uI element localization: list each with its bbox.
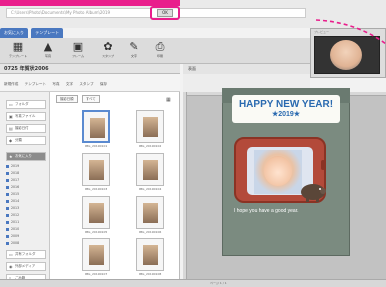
calendar-icon: ▤ — [9, 126, 13, 131]
thumbnail[interactable]: IMG_20190106 — [136, 196, 164, 237]
sidebar-item-media[interactable]: ◉ 外部メディア — [6, 262, 46, 271]
toolbar-label: テンプレート — [9, 54, 27, 58]
toolbar-photo-button[interactable]: ▲ 写真 — [38, 40, 58, 62]
star-icon: ★ — [9, 154, 13, 159]
vertical-ruler — [183, 92, 187, 287]
sort-select[interactable]: 撮影日順 — [56, 95, 78, 103]
thumbnail[interactable]: IMG_20190108 — [136, 238, 164, 279]
sidebar-subitem[interactable]: 2017 — [6, 177, 46, 184]
sidebar-subitem[interactable]: 2008 — [6, 240, 46, 247]
menu-item[interactable]: 保存 — [100, 82, 107, 87]
card-year: ★2019★ — [271, 111, 301, 118]
sidebar-subitem[interactable]: 2018 — [6, 170, 46, 177]
app-tabs: お気に入り テンプレート — [0, 28, 310, 38]
thumbnail[interactable]: IMG_20190107 — [82, 238, 110, 279]
sidebar-item-label: 分類 — [15, 138, 22, 142]
sidebar-subitem[interactable]: 2016 — [6, 184, 46, 191]
template-icon: ▦ — [12, 40, 24, 53]
toolbar-print-button[interactable]: ⎙ 印刷 — [150, 40, 170, 62]
thumbnail[interactable]: IMG_20190103 — [82, 153, 110, 194]
sidebar: ▭ フォルダ ▣ 写真ファイル ▤ 撮影日付 ◆ 分類 ★ お気に入り 2019 2018… — [0, 92, 50, 287]
tab-favorites[interactable]: お気に入り — [0, 28, 28, 38]
sidebar-item-label: 共有フォルダ — [15, 252, 36, 256]
toolbar-label: 写真 — [44, 54, 51, 58]
sidebar-subitem[interactable]: 2012 — [6, 212, 46, 219]
frame-icon: ▣ — [72, 40, 84, 53]
sidebar-item-label: 外部メディア — [15, 264, 36, 268]
thumbnail[interactable]: IMG_20190101 — [82, 110, 110, 151]
text-icon: ✎ — [129, 40, 139, 53]
sidebar-subitem[interactable]: 2015 — [6, 191, 46, 198]
tv-knob — [321, 160, 325, 170]
disk-icon: ◉ — [9, 264, 13, 269]
sidebar-item-shared[interactable]: ▭ 共有フォルダ — [6, 250, 46, 259]
filter-select[interactable]: すべて — [81, 95, 100, 103]
photo-icon: ▲ — [43, 40, 53, 53]
thumbnail[interactable]: IMG_20190102 — [136, 110, 164, 151]
toolbar-label: 文字 — [130, 54, 137, 58]
sidebar-item-category[interactable]: ◆ 分類 — [6, 136, 46, 145]
toolbar-label: スタンプ — [102, 54, 114, 58]
menu-item[interactable]: スタンプ — [79, 82, 93, 87]
menu-item[interactable]: 新規作成 — [4, 82, 18, 87]
callout-dashed-line — [315, 19, 386, 45]
status-bar: ページ 1 / 1 — [0, 279, 386, 287]
toolbar-stamp-button[interactable]: ✿ スタンプ — [98, 40, 118, 62]
tag-icon: ◆ — [9, 138, 13, 143]
sidebar-subitem[interactable]: 2019 — [6, 163, 46, 170]
menu-item[interactable]: テンプレート — [25, 82, 46, 87]
image-icon: ▣ — [9, 114, 13, 119]
sidebar-item-photo-files[interactable]: ▣ 写真ファイル — [6, 112, 46, 121]
tab-templates[interactable]: テンプレート — [31, 28, 64, 38]
sidebar-subitem[interactable]: 2014 — [6, 198, 46, 205]
menu-bar: 新規作成 テンプレート 写真 文字 スタンプ 保存 — [0, 74, 180, 92]
grid-view-icon[interactable]: ▦ — [166, 97, 171, 103]
sidebar-item-folder[interactable]: ▭ フォルダ — [6, 100, 46, 109]
toolbar-label: フレーム — [72, 54, 84, 58]
menu-item[interactable]: 写真 — [52, 82, 59, 87]
print-icon: ⎙ — [155, 40, 165, 53]
sidebar-item-label: フォルダ — [15, 102, 29, 106]
toolbar-frame-button[interactable]: ▣ フレーム — [68, 40, 88, 62]
thumbnail[interactable]: IMG_20190105 — [82, 196, 110, 237]
canvas-header: 表面 — [183, 64, 310, 74]
sidebar-item-favorites[interactable]: ★ お気に入り — [6, 152, 46, 161]
sidebar-subitem[interactable]: 2009 — [6, 233, 46, 240]
toolbar-label: 印刷 — [156, 54, 163, 58]
main-toolbar: ▦ テンプレート ▲ 写真 ▣ フレーム ✿ スタンプ ✎ 文字 ⎙ 印刷 — [0, 38, 310, 64]
thumbnail[interactable]: IMG_20190104 — [136, 153, 164, 194]
folder-icon: ▭ — [9, 252, 13, 257]
sidebar-subitem[interactable]: 2010 — [6, 226, 46, 233]
sidebar-item-date[interactable]: ▤ 撮影日付 — [6, 124, 46, 133]
baby-face — [264, 156, 292, 186]
menu-item[interactable]: 文字 — [66, 82, 73, 87]
sidebar-item-label: 写真ファイル — [15, 114, 36, 118]
sidebar-item-label: 撮影日付 — [15, 126, 29, 130]
project-title: 0725 年賀状2006 — [0, 64, 180, 74]
toolbar-text-button[interactable]: ✎ 文字 — [124, 40, 144, 62]
card-headline: HAPPY NEW YEAR! — [238, 99, 334, 110]
folder-icon: ▭ — [9, 102, 13, 107]
card-message: I hope you have a good year. — [234, 208, 299, 214]
stamp-icon: ✿ — [103, 40, 113, 53]
grid-controls: 撮影日順 すべて — [56, 95, 176, 105]
go-button[interactable]: OK — [157, 9, 173, 17]
sidebar-subitem[interactable]: 2013 — [6, 205, 46, 212]
toolbar-template-button[interactable]: ▦ テンプレート — [8, 40, 28, 62]
sidebar-item-label: お気に入り — [15, 154, 32, 158]
sidebar-subitem[interactable]: 2011 — [6, 219, 46, 226]
boar-stamp[interactable] — [298, 180, 328, 202]
